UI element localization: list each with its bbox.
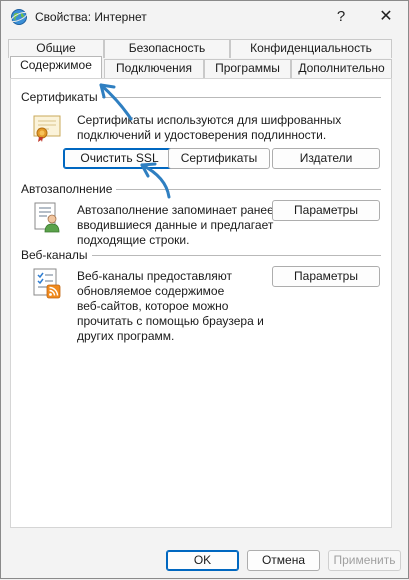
autocomplete-description-line2: вводившиеся данные и предлагает	[77, 218, 274, 232]
publishers-button[interactable]: Издатели	[272, 148, 380, 169]
feeds-heading: Веб-каналы	[21, 248, 92, 262]
tab-connections[interactable]: Подключения	[104, 59, 204, 78]
close-button[interactable]: ✕	[374, 6, 398, 28]
feeds-settings-button[interactable]: Параметры	[272, 266, 380, 287]
autocomplete-heading: Автозаполнение	[21, 182, 117, 196]
dialog-footer: OK Отмена Применить	[1, 534, 408, 578]
tab-advanced[interactable]: Дополнительно	[291, 59, 392, 78]
feeds-divider	[91, 255, 381, 256]
window-title: Свойства: Интернет	[35, 10, 147, 24]
help-button[interactable]: ?	[329, 6, 353, 28]
title-bar: Свойства: Интернет ? ✕	[1, 1, 408, 33]
autocomplete-icon	[34, 202, 60, 233]
ok-button[interactable]: OK	[166, 550, 239, 571]
tab-security[interactable]: Безопасность	[104, 39, 230, 58]
tab-row-front: Содержимое Подключения Программы Дополни…	[1, 56, 409, 78]
certificates-description-line2: подключений и удостоверения подлинности.	[77, 128, 327, 142]
internet-globe-icon	[10, 9, 28, 25]
autocomplete-description-line1: Автозаполнение запоминает ранее	[77, 203, 274, 217]
internet-properties-dialog: Свойства: Интернет ? ✕ Общие Безопасност…	[0, 0, 409, 579]
content-tab-panel: Сертификаты Сертификаты используются для…	[10, 78, 392, 528]
feeds-description-line2: обновляемое содержимое	[77, 284, 225, 298]
rss-feed-icon	[33, 268, 61, 299]
tab-privacy[interactable]: Конфиденциальность	[230, 39, 392, 58]
certificates-heading: Сертификаты	[21, 90, 102, 104]
autocomplete-settings-button[interactable]: Параметры	[272, 200, 380, 221]
certificates-button[interactable]: Сертификаты	[168, 148, 270, 169]
certificates-divider	[91, 97, 381, 98]
autocomplete-divider	[111, 189, 381, 190]
certificates-description-line1: Сертификаты используются для шифрованных	[77, 113, 342, 127]
tab-content[interactable]: Содержимое	[10, 56, 102, 78]
certificate-icon	[33, 115, 61, 142]
autocomplete-description-line3: подходящие строки.	[77, 233, 190, 247]
feeds-description-line5: других программ.	[77, 329, 175, 343]
tab-programs[interactable]: Программы	[204, 59, 291, 78]
clear-ssl-button[interactable]: Очистить SSL	[63, 148, 176, 169]
feeds-description-line1: Веб-каналы предоставляют	[77, 269, 232, 283]
feeds-description-line4: прочитать с помощью браузера и	[77, 314, 264, 328]
feeds-description-line3: веб-сайтов, которое можно	[77, 299, 229, 313]
apply-button[interactable]: Применить	[328, 550, 401, 571]
cancel-button[interactable]: Отмена	[247, 550, 320, 571]
